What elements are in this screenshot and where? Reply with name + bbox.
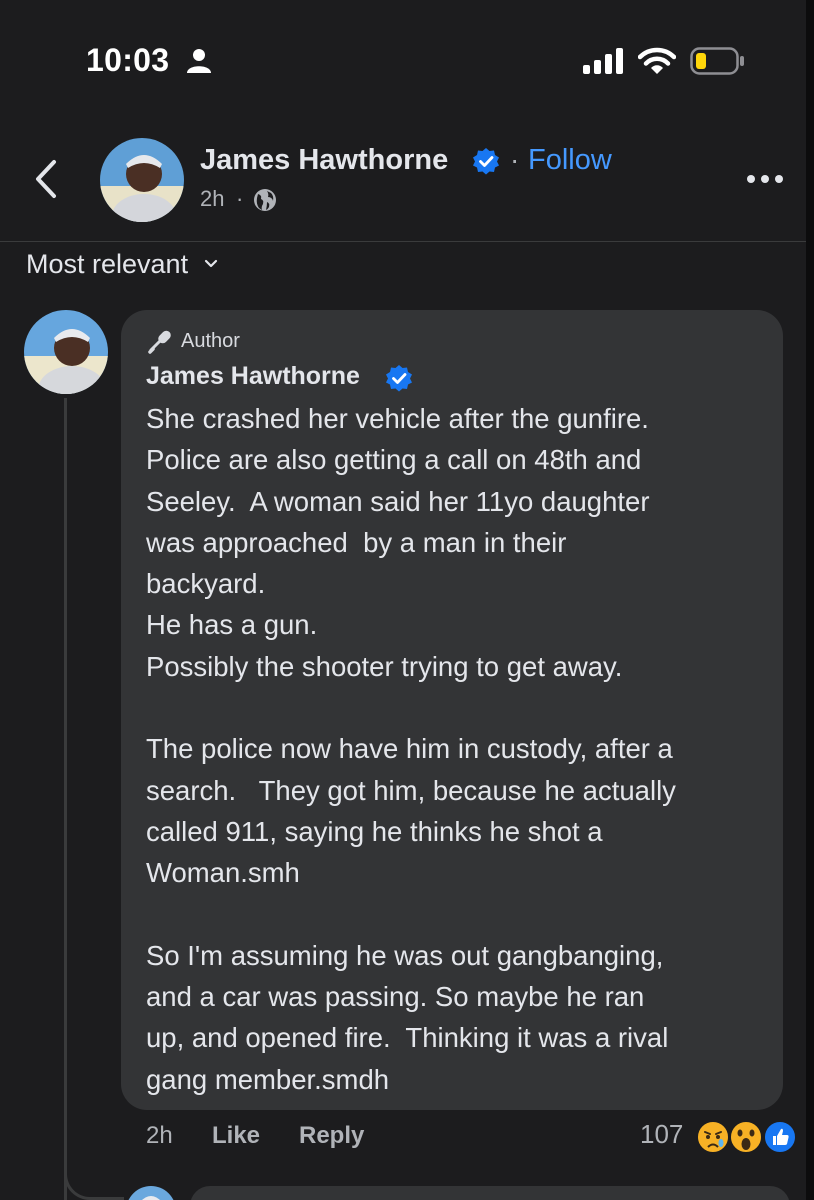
comment-time: 2h <box>146 1122 173 1149</box>
reaction-count[interactable]: 107 <box>640 1119 683 1150</box>
verified-icon <box>386 365 412 392</box>
comment-text-line: and a car was passing. So maybe he ran <box>146 981 645 1013</box>
comment-text-line: She crashed her vehicle after the gunfir… <box>146 403 649 434</box>
comment-text-line <box>146 687 771 728</box>
comment-text-line: The police now have him in custody, afte… <box>146 733 673 765</box>
thread-line <box>64 398 67 1200</box>
comment-text-line: So I'm assuming he was out gangbanging, <box>146 939 664 971</box>
avatar-image <box>126 1186 176 1200</box>
avatar-image <box>24 310 108 394</box>
comment-text-line: was approached by a man in their <box>146 526 567 558</box>
post-time: 2h <box>200 186 225 211</box>
avatar[interactable] <box>126 1186 176 1200</box>
separator-dot: · <box>510 144 520 175</box>
person-icon <box>187 49 211 73</box>
comment-text-line: up, and opened fire. Thinking it was a r… <box>146 1022 669 1054</box>
sort-dropdown[interactable]: Most relevant <box>26 246 218 282</box>
comment-text-line: Police are also getting a call on 48th a… <box>146 444 642 476</box>
verified-icon <box>473 148 499 175</box>
status-bar: 10:03 <box>0 0 806 120</box>
microphone-icon <box>148 330 171 354</box>
comment-author-name[interactable]: James Hawthorne <box>146 362 360 391</box>
comment-text-line: Woman.smh <box>146 857 300 889</box>
comment-bubble: Author James Hawthorne She crashed her v… <box>121 310 783 1110</box>
post-header: James Hawthorne · Follow 2h · <box>0 120 806 242</box>
comment-text-line: Possibly the shooter trying to get away. <box>146 650 623 682</box>
back-icon[interactable] <box>32 158 62 200</box>
device-edge <box>806 0 814 1200</box>
reply-bubble <box>190 1186 790 1200</box>
comment-text-line: gang member.smdh <box>146 1063 390 1095</box>
more-icon[interactable] <box>745 172 785 186</box>
avatar[interactable] <box>24 310 108 394</box>
comment-text-line: He has a gun. <box>146 609 318 641</box>
comment-text-line <box>146 894 771 935</box>
author-badge: Author <box>147 328 240 354</box>
battery-icon <box>690 47 744 75</box>
author-name[interactable]: James Hawthorne <box>200 144 448 177</box>
like-button[interactable]: Like <box>212 1122 260 1150</box>
status-clock: 10:03 <box>86 42 170 78</box>
reply-button[interactable]: Reply <box>299 1122 364 1150</box>
comment-text-line: backyard. <box>146 568 266 600</box>
comment-text-line: search. They got him, because he actuall… <box>146 774 676 806</box>
sort-label: Most relevant <box>26 248 189 279</box>
sad-reaction-icon <box>696 1120 730 1154</box>
comment-text: She crashed her vehicle after the gunfir… <box>146 398 771 1100</box>
follow-button[interactable]: Follow <box>528 144 612 177</box>
avatar-image <box>100 138 184 222</box>
thread-connector <box>64 1150 124 1200</box>
reactions-summary[interactable] <box>696 1118 800 1156</box>
avatar[interactable] <box>100 138 184 222</box>
comment-text-line: called 911, saying he thinks he shot a <box>146 815 603 847</box>
signal-icon <box>583 48 623 74</box>
chevron-down-icon <box>204 259 218 268</box>
wifi-icon <box>638 47 676 74</box>
separator-dot: · <box>236 186 244 211</box>
globe-icon <box>254 189 276 211</box>
author-badge-label: Author <box>181 329 240 352</box>
comment-text-line: Seeley. A woman said her 11yo daughter <box>146 485 650 517</box>
like-reaction-icon <box>763 1120 797 1154</box>
wow-reaction-icon <box>729 1120 763 1154</box>
